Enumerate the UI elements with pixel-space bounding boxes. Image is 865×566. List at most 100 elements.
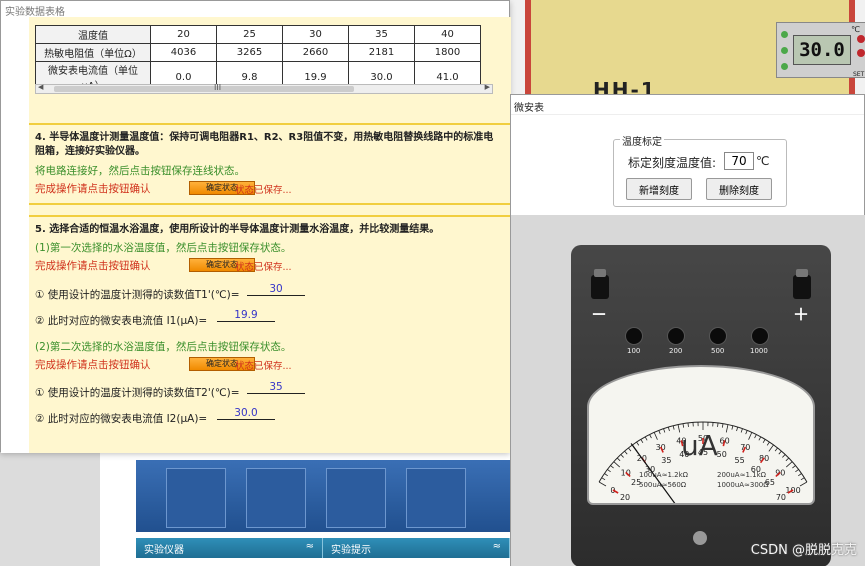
t2-input[interactable]: 35: [247, 381, 305, 394]
window-margin: [1, 17, 29, 453]
dial-tick: [636, 441, 640, 446]
spec-text: 1000uA≈300Ω: [717, 481, 769, 489]
dial-tick: [758, 436, 762, 441]
dial-tick: [800, 477, 805, 481]
dial-tick: [667, 427, 670, 432]
section-4-title: 4. 半导体温度计测量温度值：保持可调电阻器R1、R2、R3阻值不变，用热敏电阻…: [35, 132, 494, 157]
table-cell: 2181: [348, 43, 415, 62]
dial-tick: [785, 457, 790, 462]
dial-tick: [649, 434, 652, 439]
dial-tick: [768, 444, 774, 452]
set-label: SET: [853, 71, 865, 78]
dial-tick: [731, 425, 734, 430]
dial-tick: [644, 436, 648, 441]
scroll-right-icon[interactable]: ▶: [485, 83, 490, 91]
temperature-display: 30.0: [793, 35, 851, 65]
table-cell: 40: [414, 25, 481, 44]
spec-text: 500uA≈560Ω: [639, 481, 687, 489]
dial-tick: [754, 434, 757, 439]
zero-adjust-screw[interactable]: [693, 531, 707, 545]
t1-input[interactable]: 30: [247, 283, 305, 296]
i2-input[interactable]: 30.0: [217, 407, 275, 420]
cabinet-door: [166, 468, 226, 528]
meter-dial: 0102030405060708090100202530354045505560…: [587, 365, 815, 505]
dial-tick: [658, 430, 661, 435]
horizontal-scrollbar[interactable]: ◀ III ▶: [35, 83, 493, 94]
range-knob-500[interactable]: [709, 327, 727, 345]
scroll-left-icon[interactable]: ◀: [38, 83, 43, 91]
dial-tick: [677, 424, 681, 433]
dial-tick: [604, 473, 608, 477]
micro-ammeter-window: 微安表 温度标定 标定刻度温度值: ℃ 新增刻度 删除刻度 － ＋ 100 20…: [510, 94, 865, 566]
collapse-icon[interactable]: ≈: [306, 541, 314, 555]
dial-tick: [736, 427, 739, 432]
table-row: 温度值 20 25 30 35 40: [35, 25, 481, 44]
temperature-unit: ℃: [851, 25, 860, 34]
window-title: 实验数据表格: [5, 7, 65, 18]
temperature-label: 55: [735, 456, 745, 465]
lab-cabinet: [136, 460, 510, 532]
positive-terminal[interactable]: [793, 269, 811, 299]
data-table-window: 实验数据表格 温度值 20 25 30 35 40 热敏电阻值（单位Ω） 403…: [0, 0, 511, 453]
temperature-label: 70: [776, 493, 786, 502]
save-status: 状态已保存...: [235, 262, 292, 273]
table-cell: 3265: [216, 43, 283, 62]
i1-input[interactable]: 19.9: [217, 309, 275, 322]
dial-unit: uA: [681, 429, 718, 462]
bottom-toolbar: 实验仪器 ≈ 实验提示 ≈: [136, 538, 510, 558]
dial-tick: [607, 469, 611, 473]
dial-tick: [717, 422, 719, 427]
delete-scale-button[interactable]: 删除刻度: [706, 178, 772, 200]
data-table: 温度值 20 25 30 35 40 热敏电阻值（单位Ω） 4036 3265 …: [35, 25, 481, 93]
section-5-title: 5. 选择合适的恒温水浴温度，使用所设计的半导体温度计测量水浴温度，并比较测量结…: [35, 224, 440, 235]
experiment-content: 温度值 20 25 30 35 40 热敏电阻值（单位Ω） 4036 3265 …: [29, 17, 511, 453]
first-instruction: (1)第一次选择的水浴温度值，然后点击按钮保存状态。: [35, 242, 292, 254]
dial-tick: [778, 450, 782, 455]
calibration-temperature-input[interactable]: [724, 152, 754, 170]
range-knob-1000[interactable]: [751, 327, 769, 345]
negative-terminal[interactable]: [591, 269, 609, 299]
table-cell: 1800: [414, 43, 481, 62]
temperature-label: 35: [661, 456, 671, 465]
t1-label: ① 使用设计的温度计测得的读数值T1'(℃)=: [35, 289, 240, 301]
tab-lab-instruments-label: 实验仪器: [144, 545, 184, 556]
spec-text: 200uA≈1.1kΩ: [717, 471, 766, 479]
dial-tick: [640, 439, 644, 443]
calibration-label: 标定刻度温度值:: [628, 156, 717, 170]
range-label: 200: [669, 347, 683, 355]
hh1-control-panel: 30.0 ℃ SET: [776, 22, 865, 78]
dial-tick: [628, 447, 632, 452]
add-scale-button[interactable]: 新增刻度: [626, 178, 692, 200]
dial-tick: [721, 423, 724, 428]
dial-tick: [795, 469, 799, 473]
dial-tick: [663, 428, 666, 433]
dial-tick: [687, 422, 689, 427]
scrollbar-thumb[interactable]: III: [54, 83, 354, 92]
calibration-unit: ℃: [756, 154, 770, 168]
cabinet-door: [326, 468, 386, 528]
section-4: 4. 半导体温度计测量温度值：保持可调电阻器R1、R2、R3阻值不变，用热敏电阻…: [29, 123, 511, 205]
micro-ammeter: － ＋ 100 200 500 1000 0102030405060708090…: [571, 245, 831, 566]
range-label: 1000: [750, 347, 768, 355]
range-label: 500: [711, 347, 725, 355]
range-knob-100[interactable]: [625, 327, 643, 345]
range-knob-200[interactable]: [667, 327, 685, 345]
row-header: 热敏电阻值（单位Ω）: [35, 43, 151, 62]
section-5: 5. 选择合适的恒温水浴温度，使用所设计的半导体温度计测量水浴温度，并比较测量结…: [29, 215, 511, 445]
led-icon: [781, 47, 788, 54]
tab-lab-instruments[interactable]: 实验仪器 ≈: [136, 538, 323, 558]
up-arrow-button[interactable]: [857, 35, 865, 43]
dial-tick: [598, 481, 607, 487]
dial-tick: [782, 454, 786, 458]
dial-tick: [748, 432, 753, 440]
window-title: 微安表: [511, 95, 864, 115]
tab-lab-hints[interactable]: 实验提示 ≈: [323, 538, 510, 558]
down-arrow-button[interactable]: [857, 49, 865, 57]
dial-tick: [613, 461, 621, 468]
cabinet-door: [406, 468, 466, 528]
dial-tick: [766, 441, 770, 446]
dial-tick: [601, 477, 606, 481]
dial-tick: [762, 439, 766, 443]
dial-tick: [610, 465, 614, 469]
collapse-icon[interactable]: ≈: [493, 541, 501, 555]
